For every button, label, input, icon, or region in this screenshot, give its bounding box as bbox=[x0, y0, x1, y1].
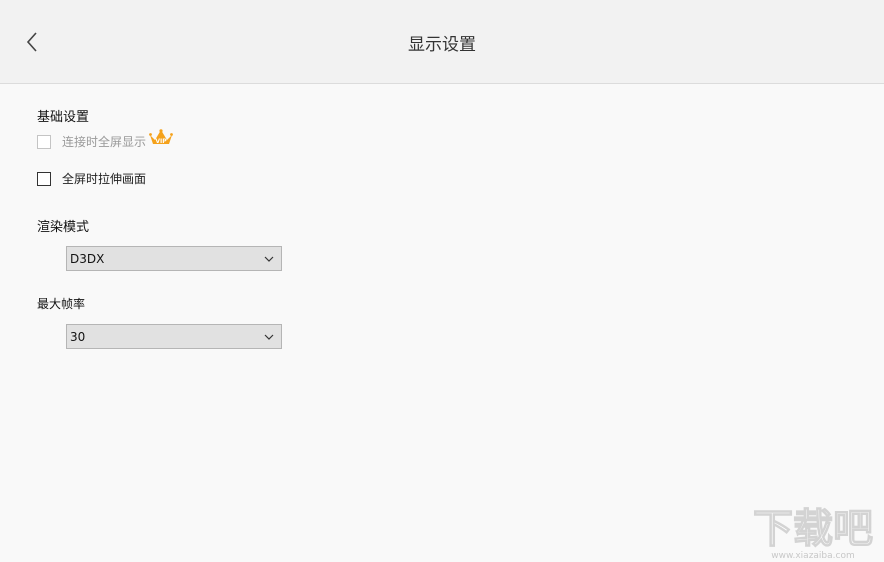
render-mode-select[interactable]: D3DX bbox=[66, 246, 282, 271]
render-mode-title: 渲染模式 bbox=[37, 220, 90, 235]
chevron-down-icon bbox=[264, 256, 274, 262]
header: 显示设置 bbox=[0, 0, 884, 84]
page-title: 显示设置 bbox=[408, 35, 476, 55]
render-mode-value: D3DX bbox=[70, 251, 105, 266]
watermark-text: 下载吧 bbox=[753, 506, 873, 552]
chevron-down-icon bbox=[264, 334, 274, 340]
watermark-url: www.xiazaiba.com bbox=[771, 551, 855, 560]
stretch-fullscreen-label: 全屏时拉伸画面 bbox=[62, 172, 147, 186]
max-framerate-select[interactable]: 30 bbox=[66, 324, 282, 349]
max-framerate-value: 30 bbox=[70, 329, 86, 344]
fullscreen-on-connect-option[interactable]: 连接时全屏显示 VIP bbox=[37, 128, 173, 150]
vip-crown-icon: VIP bbox=[149, 128, 173, 145]
vip-badge-text: VIP bbox=[155, 138, 167, 145]
basic-settings-title: 基础设置 bbox=[37, 110, 90, 125]
fullscreen-on-connect-checkbox[interactable] bbox=[37, 134, 51, 149]
stretch-fullscreen-option[interactable]: 全屏时拉伸画面 bbox=[37, 170, 146, 187]
site-watermark-logo: 下载吧 www.xiazaiba.com bbox=[752, 505, 873, 560]
stretch-fullscreen-checkbox[interactable] bbox=[37, 171, 51, 186]
max-framerate-title: 最大帧率 bbox=[37, 297, 86, 311]
fullscreen-on-connect-label: 连接时全屏显示 bbox=[62, 135, 147, 149]
